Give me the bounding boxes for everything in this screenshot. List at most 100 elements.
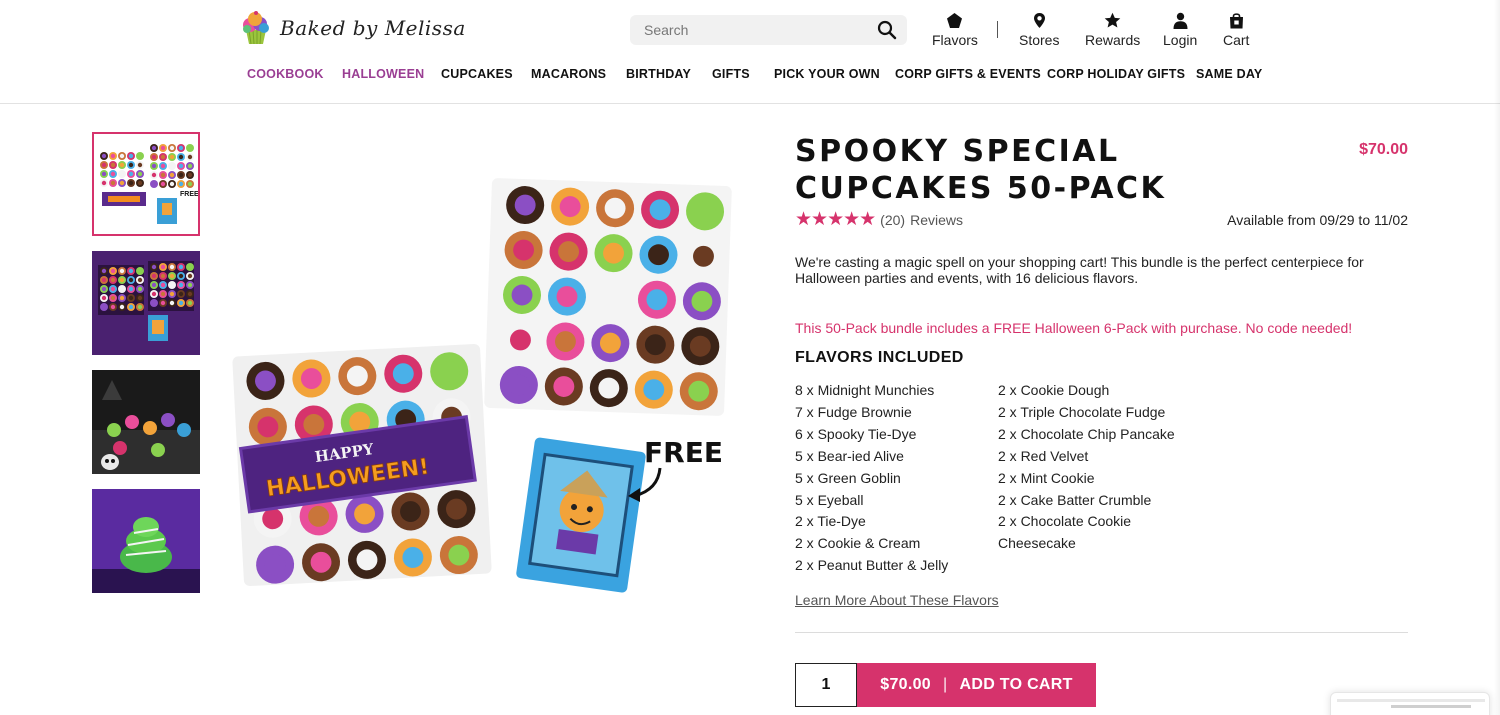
cupcake-frosting-shape: [169, 291, 175, 297]
flavors-heading: FLAVORS INCLUDED: [795, 349, 964, 366]
cupcake-frosting-shape: [101, 180, 107, 186]
cupcake-frosting-shape: [128, 162, 134, 168]
map-pin-icon: [1033, 13, 1045, 28]
util-nav-cart[interactable]: Cart: [1223, 12, 1249, 48]
quantity-input[interactable]: [795, 663, 857, 707]
cupcake-frosting-shape: [137, 268, 143, 274]
reviews-link[interactable]: Reviews: [910, 212, 963, 228]
cupcake-frosting-shape: [137, 171, 143, 177]
party-table-thumbnail-image: [92, 370, 200, 474]
corner-preview-widget[interactable]: [1330, 692, 1490, 715]
page-edge-shadow: [1494, 0, 1500, 715]
util-nav-login[interactable]: Login: [1163, 12, 1197, 48]
cupcake-frosting-shape: [187, 291, 193, 297]
flavor-item: 6 x Spooky Tie-Dye: [795, 425, 917, 442]
learn-more-link[interactable]: Learn More About These Flavors: [795, 592, 999, 608]
util-nav-flavors[interactable]: Flavors: [932, 12, 978, 48]
nav-item-pick-your-own[interactable]: PICK YOUR OWN: [774, 67, 880, 81]
flavor-item: 5 x Green Goblin: [795, 469, 901, 486]
cupcake-frosting-shape: [119, 180, 125, 186]
product-thumbnail-bundle[interactable]: FREE: [92, 132, 200, 236]
cupcake-frosting-shape: [151, 282, 157, 288]
util-nav-label: Cart: [1223, 32, 1250, 48]
cupcake-frosting-shape: [169, 145, 175, 151]
nav-item-cupcakes[interactable]: CUPCAKES: [441, 67, 513, 81]
cupcake-frosting-shape: [110, 153, 116, 159]
flavor-item: 2 x Red Velvet: [998, 447, 1089, 464]
purple-boxes-thumbnail-image: [92, 251, 200, 355]
flavor-item: 2 x Tie-Dye: [795, 513, 866, 530]
flavor-item: 5 x Eyeball: [795, 491, 864, 508]
cupcake-frosting-shape: [137, 277, 143, 283]
cupcake-frosting-shape: [128, 277, 134, 283]
product-thumbnail-green-cupcake[interactable]: [92, 489, 200, 593]
cupcake-frosting-shape: [101, 286, 107, 292]
cupcake-frosting-shape: [128, 153, 134, 159]
product-thumbnail-party-table[interactable]: [92, 370, 200, 474]
product-rating[interactable]: ★★★★★ (20) Reviews: [795, 210, 963, 229]
rating-stars-icon: ★★★★★: [795, 209, 876, 230]
cupcake-frosting-shape: [128, 304, 134, 310]
nav-item-same-day[interactable]: SAME DAY: [1196, 67, 1262, 81]
cupcake-frosting-shape: [178, 163, 184, 169]
util-nav-stores[interactable]: Stores: [1019, 12, 1059, 48]
cupcake-frosting-shape: [187, 163, 193, 169]
cupcake-frosting-shape: [187, 264, 193, 270]
cupcake-frosting-shape: [187, 145, 193, 151]
main-product-image[interactable]: HAPPY HALLOWEEN! FREE: [230, 170, 740, 650]
cupcake-frosting-shape: [187, 172, 193, 178]
cupcake-frosting-shape: [160, 154, 166, 160]
cupcake-frosting-shape: [160, 163, 166, 169]
flavor-item: 2 x Chocolate Chip Pancake: [998, 425, 1175, 442]
add-to-cart-button[interactable]: $70.00 | ADD TO CART: [857, 663, 1096, 707]
cupcake-frosting-shape: [151, 291, 157, 297]
nav-item-gifts[interactable]: GIFTS: [712, 67, 750, 81]
brand-logo[interactable]: Baked by Melissa: [240, 10, 466, 46]
nav-item-corp-gifts-events[interactable]: CORP GIFTS & EVENTS: [895, 67, 1041, 81]
cupcake-frosting-shape: [137, 304, 143, 310]
cupcake-frosting-shape: [137, 180, 143, 186]
cupcake-frosting-shape: [128, 180, 134, 186]
cupcake-frosting-shape: [119, 277, 125, 283]
green-cupcake-thumbnail-image: [92, 489, 200, 593]
cupcake-frosting-shape: [169, 181, 175, 187]
cupcake-frosting-shape: [151, 264, 157, 270]
cupcake-frosting-shape: [119, 304, 125, 310]
cupcake-frosting-shape: [119, 153, 125, 159]
cupcake-frosting-shape: [160, 300, 166, 306]
cupcake-frosting-shape: [169, 273, 175, 279]
search-icon[interactable]: [877, 20, 897, 40]
cupcake-frosting-shape: [187, 154, 193, 160]
nav-item-corp-holiday-gifts[interactable]: CORP HOLIDAY GIFTS: [1047, 67, 1185, 81]
flavor-item: 2 x Chocolate Cookie: [998, 513, 1132, 530]
nav-item-cookbook[interactable]: COOKBOOK: [247, 67, 324, 81]
cupcake-frosting-shape: [178, 273, 184, 279]
cupcake-frosting-shape: [160, 264, 166, 270]
flavor-item: 2 x Mint Cookie: [998, 469, 1095, 486]
flavor-item: 5 x Bear-ied Alive: [795, 447, 904, 464]
cupcake-frosting-shape: [110, 162, 116, 168]
site-header: Baked by Melissa Flavors Stores Rewards …: [0, 0, 1500, 104]
search-input[interactable]: [644, 22, 877, 38]
shopping-bag-icon: [1229, 13, 1243, 29]
nav-item-birthday[interactable]: BIRTHDAY: [626, 67, 691, 81]
util-nav-rewards[interactable]: Rewards: [1085, 12, 1140, 48]
logo-text: Baked by Melissa: [280, 16, 466, 40]
flavor-item: 2 x Triple Chocolate Fudge: [998, 403, 1166, 420]
svg-text:FREE: FREE: [180, 191, 198, 198]
cupcake-frosting-shape: [119, 162, 125, 168]
flavors-icon: [947, 13, 963, 28]
cupcake-frosting-shape: [160, 282, 166, 288]
cupcake-frosting-shape: [101, 277, 107, 283]
cupcake-frosting-shape: [187, 282, 193, 288]
cupcake-frosting-shape: [160, 273, 166, 279]
add-to-cart-price: $70.00: [880, 676, 932, 693]
cupcake-bundle-illustration: HAPPY HALLOWEEN! FREE: [232, 178, 732, 593]
nav-item-macarons[interactable]: MACARONS: [531, 67, 606, 81]
cupcake-frosting-shape: [137, 153, 143, 159]
nav-item-halloween[interactable]: HALLOWEEN: [342, 67, 424, 81]
product-thumbnail-purple-boxes[interactable]: [92, 251, 200, 355]
cupcake-frosting-shape: [187, 273, 193, 279]
bundle-thumbnail-image: FREE: [94, 134, 198, 234]
cupcake-logo-icon: [243, 11, 269, 45]
